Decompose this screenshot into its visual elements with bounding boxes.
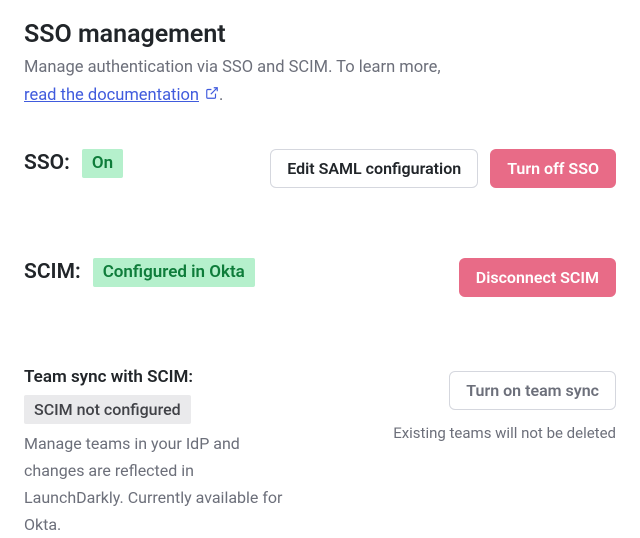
team-sync-info: Team sync with SCIM: SCIM not configured…: [24, 367, 294, 538]
scim-status-group: SCIM: Configured in Okta: [24, 258, 255, 287]
scim-status-badge: Configured in Okta: [93, 258, 255, 287]
edit-saml-button[interactable]: Edit SAML configuration: [270, 149, 478, 188]
sso-management-panel: SSO management Manage authentication via…: [0, 0, 640, 538]
scim-label: SCIM:: [24, 260, 81, 284]
team-sync-actions: Turn on team sync Existing teams will no…: [393, 367, 616, 442]
scim-actions: Disconnect SCIM: [459, 258, 616, 297]
team-sync-label: Team sync with SCIM:: [24, 367, 193, 387]
sso-section: SSO: On Edit SAML configuration Turn off…: [24, 149, 616, 188]
subtitle-period: .: [219, 86, 223, 105]
turn-off-sso-button[interactable]: Turn off SSO: [490, 149, 616, 188]
turn-on-team-sync-button[interactable]: Turn on team sync: [449, 371, 616, 410]
documentation-link[interactable]: read the documentation: [24, 86, 219, 105]
team-sync-status-badge: SCIM not configured: [24, 395, 191, 424]
disconnect-scim-button[interactable]: Disconnect SCIM: [459, 258, 616, 297]
sso-status-badge: On: [82, 149, 123, 178]
team-sync-description: Manage teams in your IdP and changes are…: [24, 430, 294, 538]
page-title: SSO management: [24, 20, 616, 49]
team-sync-section: Team sync with SCIM: SCIM not configured…: [24, 367, 616, 538]
documentation-link-text: read the documentation: [24, 86, 199, 105]
sso-status-group: SSO: On: [24, 149, 123, 178]
external-link-icon: [205, 86, 219, 105]
team-sync-note: Existing teams will not be deleted: [393, 424, 616, 442]
scim-section: SCIM: Configured in Okta Disconnect SCIM: [24, 258, 616, 297]
sso-actions: Edit SAML configuration Turn off SSO: [270, 149, 616, 188]
page-subtitle: Manage authentication via SSO and SCIM. …: [24, 55, 616, 81]
sso-label: SSO:: [24, 151, 70, 175]
